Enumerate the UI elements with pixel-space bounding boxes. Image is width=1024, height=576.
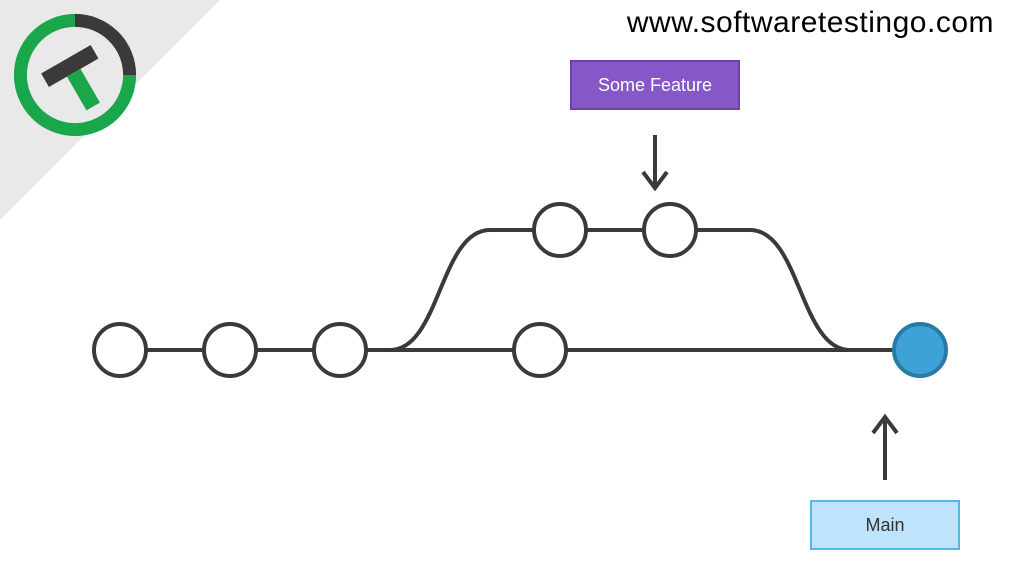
main-arrow — [873, 417, 897, 480]
branch-out-curve — [390, 230, 490, 350]
merge-commit-node — [894, 324, 946, 376]
feature-commit-node — [644, 204, 696, 256]
commit-node — [204, 324, 256, 376]
feature-commit-node — [534, 204, 586, 256]
commit-node — [514, 324, 566, 376]
feature-arrow — [643, 135, 667, 188]
branch-diagram — [0, 0, 1024, 576]
commit-node — [314, 324, 366, 376]
merge-curve — [750, 230, 850, 350]
commit-node — [94, 324, 146, 376]
